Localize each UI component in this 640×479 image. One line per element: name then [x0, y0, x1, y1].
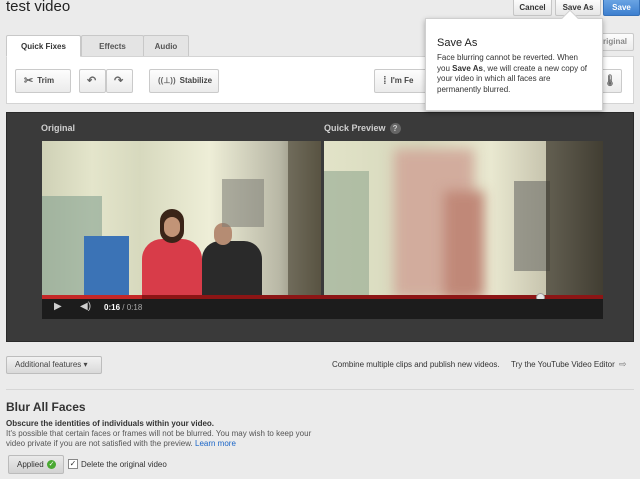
quick-preview-label: Quick Preview: [324, 123, 386, 133]
popup-text: Face blurring cannot be reverted. When y…: [437, 53, 588, 94]
rotate-left-icon: ↶: [87, 75, 97, 87]
stabilize-icon: ((⊥)): [158, 76, 176, 85]
tab-audio[interactable]: Audio: [143, 35, 189, 57]
help-icon[interactable]: ?: [389, 123, 401, 134]
scissors-icon: ✂: [24, 75, 34, 87]
rotate-right-button[interactable]: ↷: [106, 69, 133, 93]
tab-quick-fixes[interactable]: Quick Fixes: [6, 35, 81, 57]
video-stage: Original Quick Preview? ▶ ◀) 0:16 / 0:18: [6, 112, 634, 342]
trim-label: Trim: [37, 76, 55, 86]
save-as-popup: Save As Face blurring cannot be reverted…: [425, 9, 603, 111]
additional-features-button[interactable]: Additional features ▾: [6, 356, 102, 374]
chevron-down-icon: ▾: [83, 360, 88, 369]
preview-video[interactable]: [324, 141, 603, 298]
page-title: test video: [6, 0, 71, 15]
blur-faces-subtitle: Obscure the identities of individuals wi…: [6, 419, 215, 428]
preview-label-wrap: Quick Preview?: [324, 123, 401, 134]
blur-faces-description: It's possible that certain faces or fram…: [6, 429, 312, 448]
video-editor-link[interactable]: Try the YouTube Video Editor: [511, 360, 615, 369]
learn-more-link[interactable]: Learn more: [195, 439, 236, 448]
save-as-button[interactable]: Save As: [555, 0, 601, 16]
time-display: 0:16 / 0:18: [104, 303, 143, 312]
checkmark-icon: ✓: [47, 460, 56, 469]
promo-text: Combine multiple clips and publish new v…: [332, 360, 500, 369]
thermometer-icon: 🌡: [603, 75, 617, 87]
feeling-lucky-label: I'm Fe: [390, 76, 414, 86]
divider: [6, 389, 634, 390]
player-controls: ▶ ◀) 0:16 / 0:18: [42, 299, 603, 319]
rotate-left-button[interactable]: ↶: [79, 69, 106, 93]
blur-faces-title: Blur All Faces: [6, 400, 86, 414]
cancel-button[interactable]: Cancel: [513, 0, 552, 16]
arrow-right-icon[interactable]: ⇨: [619, 359, 627, 370]
popup-title: Save As: [437, 37, 478, 49]
delete-original-checkbox[interactable]: ✓: [68, 459, 78, 469]
play-icon[interactable]: ▶: [54, 301, 62, 312]
delete-original-label: Delete the original video: [81, 460, 167, 469]
stabilize-label: Stabilize: [179, 76, 213, 86]
original-video[interactable]: [42, 141, 321, 298]
wand-icon: ⁞: [383, 75, 387, 87]
applied-button[interactable]: Applied ✓: [8, 455, 64, 474]
original-label: Original: [41, 123, 76, 133]
rotate-right-icon: ↷: [114, 75, 124, 87]
volume-icon[interactable]: ◀): [80, 301, 91, 312]
editor-tabs: Quick Fixes Effects Audio: [6, 35, 189, 57]
save-button[interactable]: Save: [603, 0, 640, 16]
tab-effects[interactable]: Effects: [81, 35, 144, 57]
trim-button[interactable]: ✂ Trim: [15, 69, 71, 93]
stabilize-button[interactable]: ((⊥)) Stabilize: [149, 69, 219, 93]
